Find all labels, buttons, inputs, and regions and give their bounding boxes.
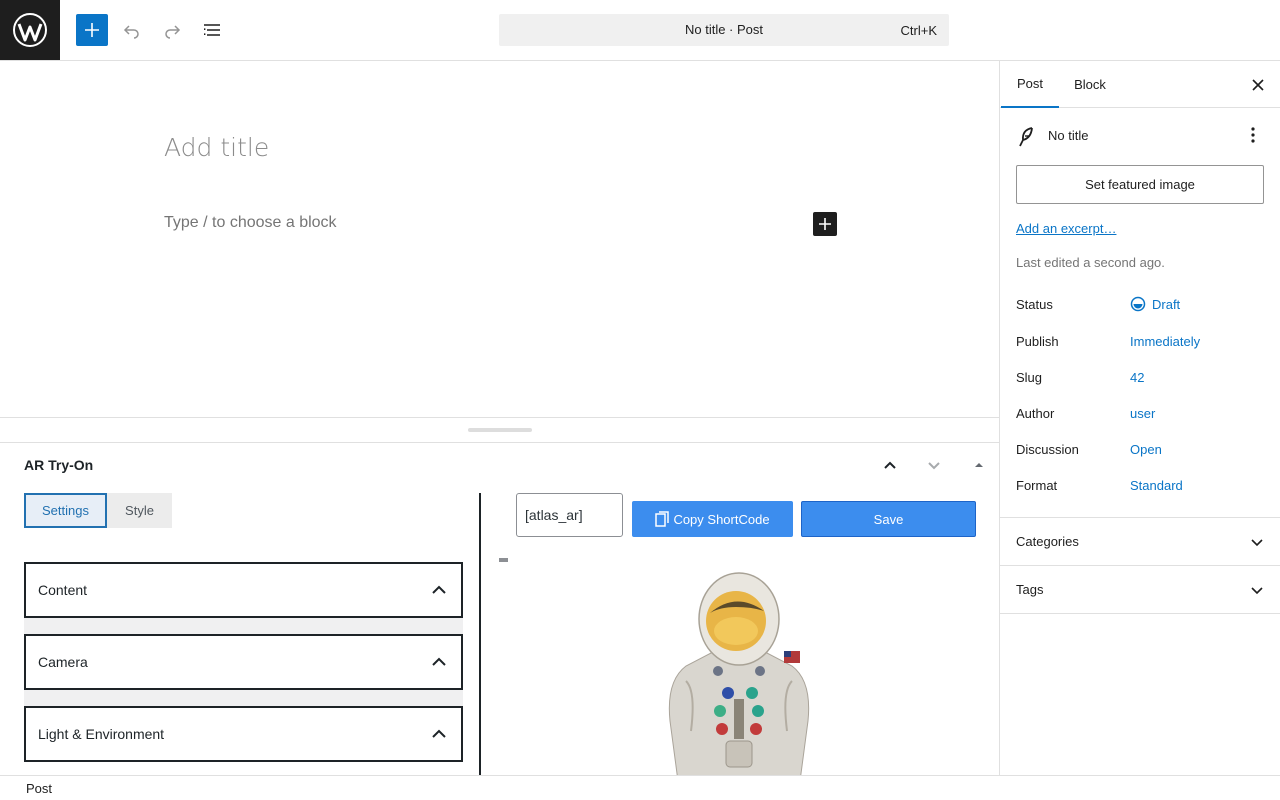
tab-block[interactable]: Block (1062, 61, 1118, 108)
accordion-label: Content (38, 582, 88, 598)
sidebar-divider (1000, 613, 1280, 614)
panel-categories[interactable]: Categories (1000, 518, 1280, 566)
tab-settings[interactable]: Settings (24, 493, 107, 528)
meta-label: Format (1016, 478, 1058, 493)
post-card-title: No title (1048, 128, 1089, 143)
breadcrumb-post[interactable]: Post (26, 781, 52, 796)
shortcode-input[interactable]: [atlas_ar] (516, 493, 623, 537)
meta-row-slug: Slug 42 (1016, 370, 1265, 390)
plus-icon (85, 23, 99, 37)
meta-box-title: AR Try-On (24, 457, 94, 473)
accordion-camera[interactable]: Camera (24, 634, 463, 690)
meta-label: Discussion (1016, 442, 1079, 457)
undo-button[interactable] (116, 14, 148, 46)
last-edited-text: Last edited a second ago. (1016, 255, 1165, 270)
meta-row-format: Format Standard (1016, 478, 1265, 498)
undo-icon (123, 25, 139, 39)
add-block-button[interactable] (813, 212, 837, 236)
command-shortcut: Ctrl+K (900, 23, 937, 38)
meta-label: Slug (1016, 370, 1043, 385)
meta-label: Author (1016, 406, 1055, 421)
accordion-spacer (24, 690, 463, 706)
meta-row-status: Status Draft (1016, 297, 1265, 317)
toggle-panel-button[interactable] (967, 453, 991, 477)
accordion-label: Light & Environment (38, 726, 165, 742)
accordion-light-environment[interactable]: Light & Environment (24, 706, 463, 762)
editor-canvas: Add title Type / to choose a block (0, 61, 999, 417)
block-inserter-button[interactable] (76, 14, 108, 46)
save-button[interactable]: Save (801, 501, 976, 537)
copy-shortcode-button[interactable]: Copy ShortCode (632, 501, 793, 537)
meta-box-resize-handle[interactable] (468, 428, 532, 432)
chevron-down-icon (1251, 539, 1263, 547)
discussion-toggle[interactable]: Open (1130, 442, 1162, 457)
column-divider (479, 493, 481, 775)
panel-label: Tags (1016, 582, 1044, 597)
set-featured-image-button[interactable]: Set featured image (1016, 165, 1264, 204)
wordpress-logo-icon[interactable] (0, 0, 60, 60)
document-title: No title · Post (684, 22, 764, 37)
settings-sidebar: Post Block No title Set featured image A… (999, 61, 1280, 775)
meta-row-author: Author user (1016, 406, 1265, 426)
post-feather-icon (1019, 127, 1033, 147)
sidebar-tabs: Post Block (1000, 61, 1280, 108)
post-title-input[interactable]: Add title (164, 133, 269, 162)
tab-post[interactable]: Post (1001, 61, 1059, 108)
chevron-up-icon (432, 585, 446, 594)
move-down-button[interactable] (922, 453, 946, 477)
chevron-down-icon (1251, 587, 1263, 595)
author-toggle[interactable]: user (1130, 406, 1155, 421)
redo-button[interactable] (156, 14, 188, 46)
more-vertical-icon[interactable] (1245, 125, 1261, 145)
default-block-appender[interactable]: Type / to choose a block (164, 214, 337, 232)
panel-label: Categories (1016, 534, 1079, 549)
meta-label: Publish (1016, 334, 1059, 349)
accordion-label: Camera (38, 654, 88, 670)
meta-value: Draft (1152, 296, 1181, 312)
close-settings-button[interactable] (1247, 74, 1269, 96)
format-toggle[interactable]: Standard (1130, 478, 1183, 493)
document-overview-button[interactable] (196, 14, 228, 46)
triangle-up-icon (975, 463, 983, 467)
slug-toggle[interactable]: 42 (1130, 370, 1144, 385)
ar-tryon-meta-box: AR Try-On Settings Style Content Camera … (0, 443, 999, 775)
copy-shortcode-label: Copy ShortCode (673, 511, 770, 527)
block-breadcrumb-footer: Post (0, 775, 1280, 800)
astronaut-model-preview[interactable] (656, 571, 822, 775)
draft-status-icon (1130, 296, 1146, 312)
redo-icon (165, 25, 181, 39)
accordion-content[interactable]: Content (24, 562, 463, 618)
editor-header: No title · Post Ctrl+K (0, 0, 1280, 61)
chevron-up-icon (432, 657, 446, 666)
copy-icon (655, 511, 670, 527)
add-excerpt-link[interactable]: Add an excerpt… (1016, 221, 1116, 236)
command-palette-bar[interactable]: No title · Post Ctrl+K (499, 14, 949, 46)
chevron-up-icon (884, 461, 896, 469)
close-icon (1252, 79, 1264, 91)
accordion-spacer (24, 618, 463, 634)
meta-row-publish: Publish Immediately (1016, 334, 1265, 354)
meta-label: Status (1016, 297, 1053, 312)
chevron-down-icon (928, 462, 940, 470)
meta-box-resize-area (0, 417, 999, 443)
meta-row-discussion: Discussion Open (1016, 442, 1265, 462)
viewer-drag-handle[interactable] (499, 558, 508, 562)
publish-date-toggle[interactable]: Immediately (1130, 334, 1200, 349)
status-toggle[interactable]: Draft (1130, 296, 1180, 312)
panel-tags[interactable]: Tags (1000, 566, 1280, 614)
list-view-icon (204, 24, 220, 36)
chevron-up-icon (432, 729, 446, 738)
move-up-button[interactable] (878, 453, 902, 477)
tab-style[interactable]: Style (107, 493, 172, 528)
plus-icon (819, 218, 831, 230)
